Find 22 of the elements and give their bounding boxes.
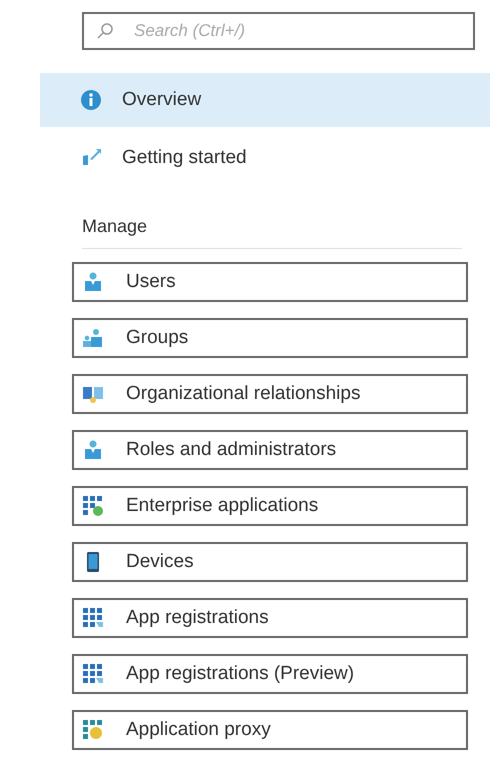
search-icon bbox=[96, 22, 114, 40]
group-icon bbox=[82, 327, 104, 349]
grid-icon bbox=[82, 607, 104, 629]
nav-item[interactable]: Getting started bbox=[40, 131, 490, 185]
nav-item[interactable]: Overview bbox=[40, 73, 490, 127]
user-icon bbox=[82, 439, 104, 461]
nav-item[interactable]: Organizational relationships bbox=[72, 374, 468, 414]
nav-item[interactable]: Application proxy bbox=[72, 710, 468, 750]
nav-item[interactable]: Enterprise applications bbox=[72, 486, 468, 526]
nav-item[interactable]: Devices bbox=[72, 542, 468, 582]
nav-item[interactable]: App registrations (Preview) bbox=[72, 654, 468, 694]
nav-item[interactable]: App registrations bbox=[72, 598, 468, 638]
search-field[interactable]: Search (Ctrl+/) bbox=[82, 12, 475, 50]
nav-item[interactable]: Roles and administrators bbox=[72, 430, 468, 470]
grid-icon bbox=[82, 495, 104, 517]
grid-icon bbox=[82, 663, 104, 685]
grid-icon bbox=[82, 719, 104, 741]
nav-item[interactable]: Users bbox=[72, 262, 468, 302]
section-heading: Manage bbox=[82, 215, 148, 238]
info-icon bbox=[80, 89, 102, 111]
nav-item[interactable]: Groups bbox=[72, 318, 468, 358]
user-icon bbox=[82, 271, 104, 293]
